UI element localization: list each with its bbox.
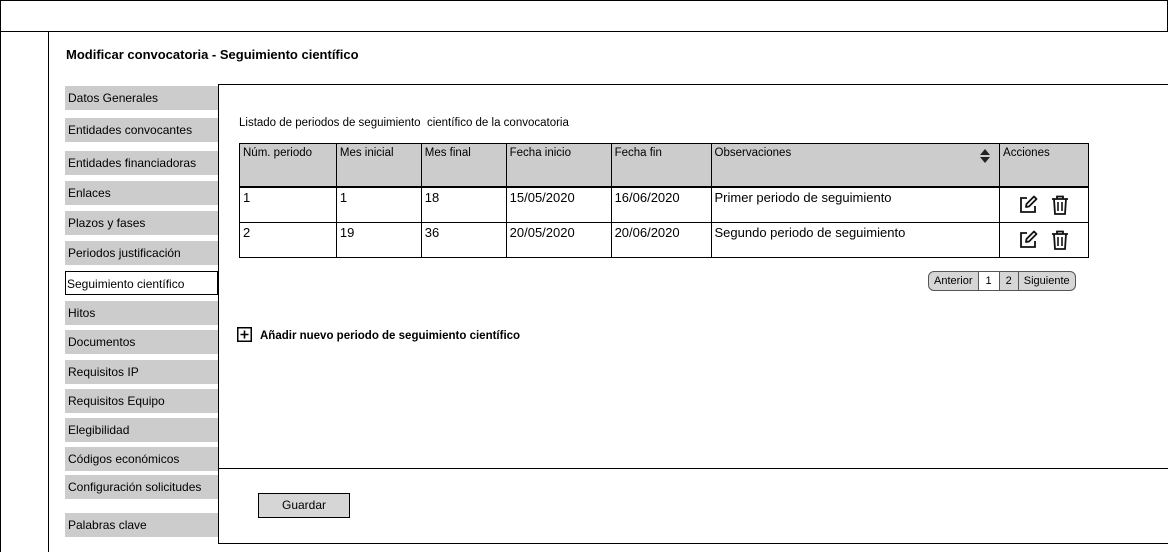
sidebar-item-documentos[interactable]: Documentos — [65, 330, 218, 354]
left-strip — [0, 32, 49, 552]
sidebar-item-entidades-convocantes[interactable]: Entidades convocantes — [65, 118, 218, 142]
cell-mes-final: 36 — [420, 222, 507, 258]
sidebar-item-label: Palabras clave — [68, 518, 147, 532]
top-bar — [0, 0, 1168, 32]
add-period-label: Añadir nuevo periodo de seguimiento cien… — [260, 330, 521, 342]
sidebar-item-configuracion-solicitudes[interactable]: Configuración solicitudes — [65, 475, 218, 499]
sidebar-item-label: Plazos y fases — [68, 216, 146, 230]
cell-fecha-fin: 20/06/2020 — [610, 222, 712, 258]
cell-observaciones: Segundo periodo de seguimiento — [710, 222, 1001, 258]
periods-table: Núm. periodo Mes inicial Mes final Fecha… — [239, 143, 1089, 258]
column-header-mes-inicial: Mes inicial — [335, 143, 422, 188]
save-button[interactable]: Guardar — [258, 493, 350, 518]
sidebar-item-hitos[interactable]: Hitos — [65, 301, 218, 325]
trash-icon[interactable] — [1049, 229, 1071, 251]
sidebar-item-palabras-clave[interactable]: Palabras clave — [65, 513, 218, 537]
sidebar-item-elegibilidad[interactable]: Elegibilidad — [65, 418, 218, 442]
table-row: 2 19 36 20/05/2020 20/06/2020 Segundo pe… — [239, 222, 1089, 258]
sidebar-item-label: Documentos — [68, 335, 136, 349]
pagination-page-1[interactable]: 1 — [977, 272, 999, 290]
column-header-fecha-fin: Fecha fin — [610, 143, 712, 188]
cell-observaciones: Primer periodo de seguimiento — [710, 186, 1001, 223]
add-period-button[interactable]: Añadir nuevo periodo de seguimiento cien… — [237, 327, 520, 345]
cell-num-periodo: 2 — [239, 222, 337, 258]
sidebar-item-entidades-financiadoras[interactable]: Entidades financiadoras — [65, 151, 218, 175]
sidebar-item-periodos-justificacion[interactable]: Periodos justificación — [65, 241, 218, 265]
column-header-fecha-inicio: Fecha inicio — [505, 143, 612, 188]
cell-acciones — [999, 186, 1089, 223]
column-header-mes-final: Mes final — [420, 143, 507, 188]
sidebar-item-label: Requisitos Equipo — [68, 394, 165, 408]
cell-fecha-inicio: 20/05/2020 — [505, 222, 612, 258]
sidebar-item-enlaces[interactable]: Enlaces — [65, 181, 218, 205]
sidebar-item-requisitos-ip[interactable]: Requisitos IP — [65, 360, 218, 384]
sidebar-item-label: Enlaces — [68, 186, 111, 200]
cell-num-periodo: 1 — [239, 186, 337, 223]
edit-icon[interactable] — [1017, 194, 1039, 216]
list-title: Listado de periodos de seguimiento cient… — [239, 117, 569, 129]
cell-mes-final: 18 — [420, 186, 507, 223]
table-row: 1 1 18 15/05/2020 16/06/2020 Primer peri… — [239, 186, 1089, 223]
column-header-acciones: Acciones — [999, 143, 1089, 188]
page-title: Modificar convocatoria - Seguimiento cie… — [66, 47, 359, 62]
sidebar-item-plazos-fases[interactable]: Plazos y fases — [65, 211, 218, 235]
sidebar-item-label: Códigos económicos — [68, 452, 180, 466]
cell-mes-inicial: 19 — [335, 222, 422, 258]
cell-fecha-inicio: 15/05/2020 — [505, 186, 612, 223]
sidebar-item-label: Datos Generales — [68, 91, 159, 105]
cell-acciones — [999, 222, 1089, 258]
pagination: Anterior 1 2 Siguiente — [928, 271, 1076, 291]
sidebar-item-requisitos-equipo[interactable]: Requisitos Equipo — [65, 389, 218, 413]
cell-mes-inicial: 1 — [335, 186, 422, 223]
sidebar-item-label: Entidades financiadoras — [68, 156, 197, 170]
footer-divider — [218, 468, 1168, 469]
plus-box-icon — [237, 327, 260, 345]
sidebar-item-label: Configuración solicitudes — [68, 480, 202, 494]
table-header-row: Núm. periodo Mes inicial Mes final Fecha… — [239, 143, 1089, 188]
sidebar-item-label: Requisitos IP — [68, 365, 139, 379]
trash-icon[interactable] — [1049, 194, 1071, 216]
sidebar-item-codigos-economicos[interactable]: Códigos económicos — [65, 447, 218, 471]
pagination-page-2[interactable]: 2 — [998, 272, 1018, 290]
pagination-next-button[interactable]: Siguiente — [1017, 272, 1075, 290]
cell-fecha-fin: 16/06/2020 — [610, 186, 712, 223]
sidebar-item-label: Elegibilidad — [68, 423, 130, 437]
sidebar-item-label: Hitos — [68, 306, 96, 320]
edit-icon[interactable] — [1017, 229, 1039, 251]
sidebar-item-label: Seguimiento científico — [67, 277, 185, 291]
column-header-num-periodo: Núm. periodo — [239, 143, 337, 188]
sidebar-item-label: Periodos justificación — [68, 246, 181, 260]
sidebar-item-label: Entidades convocantes — [68, 123, 193, 137]
pagination-previous-button[interactable]: Anterior — [929, 272, 978, 290]
sidebar-item-seguimiento-cientifico[interactable]: Seguimiento científico — [65, 271, 218, 295]
column-header-observaciones[interactable]: Observaciones — [710, 143, 1001, 188]
sidebar-item-datos-generales[interactable]: Datos Generales — [65, 86, 218, 110]
sort-icon[interactable] — [980, 149, 991, 166]
